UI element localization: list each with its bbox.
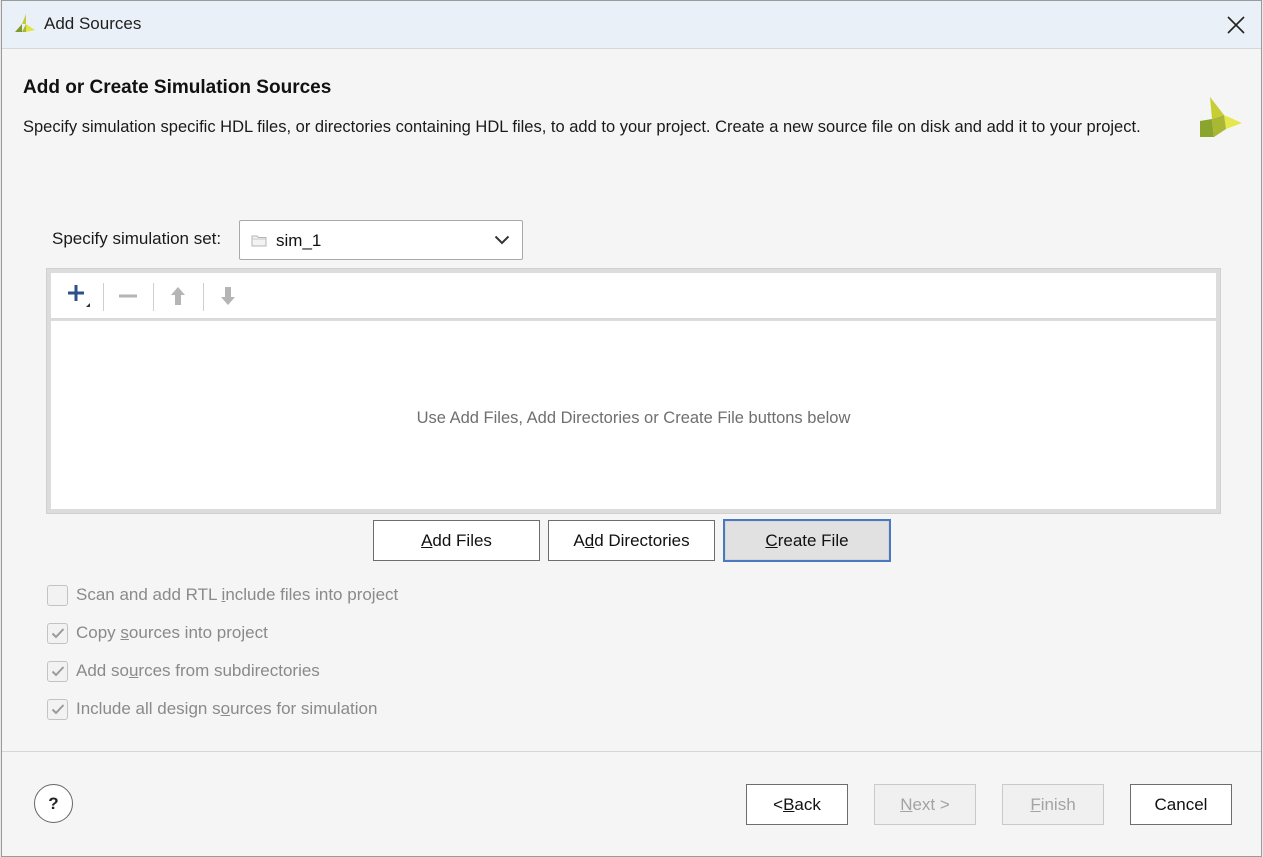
source-files-panel: Use Add Files, Add Directories or Create… [46,268,1221,514]
chevron-down-icon [494,235,510,245]
mnemonic: F [1030,794,1041,814]
next-button: Next > [874,784,976,825]
option-label: Include all design sources for simulatio… [76,699,378,718]
mnemonic: A [421,530,433,550]
mnemonic: d [584,530,595,550]
toolbar-separator [153,283,154,311]
arrow-up-icon [171,287,185,305]
close-button[interactable] [1211,1,1261,49]
button-label: ext > [912,794,950,814]
copy-sources-option[interactable]: Copy sources into project [47,622,268,644]
checkmark-icon [51,628,64,639]
footer-divider [2,751,1261,752]
app-logo-icon [15,14,35,32]
checkmark-icon [51,666,64,677]
plus-icon [68,285,90,307]
create-file-button[interactable]: Create File [723,519,891,562]
folder-icon [251,235,267,247]
add-source-button[interactable] [59,279,99,313]
move-down-button [208,279,248,313]
include-design-sources-option[interactable]: Include all design sources for simulatio… [47,698,377,720]
empty-list-hint: Use Add Files, Add Directories or Create… [416,409,851,427]
add-directories-button[interactable]: Add Directories [548,520,715,561]
button-label: A [573,530,585,550]
button-label: ack [794,794,821,814]
add-sources-dialog: Add Sources Add or Create Simulation Sou… [1,0,1262,857]
finish-button: Finish [1002,784,1104,825]
button-label: dd Files [432,530,492,550]
simulation-set-dropdown[interactable]: sim_1 [239,220,523,260]
toolbar-separator [103,283,104,311]
add-subdirectories-option[interactable]: Add sources from subdirectories [47,660,320,682]
files-toolbar [51,273,1216,319]
checkbox[interactable] [47,584,68,606]
mnemonic: C [765,530,778,550]
move-up-button [158,279,198,313]
mnemonic: N [900,794,913,814]
button-label: inish [1040,794,1076,814]
cancel-button[interactable]: Cancel [1130,784,1232,825]
help-button[interactable]: ? [34,784,73,823]
brand-logo-icon [1200,97,1242,137]
source-files-list[interactable]: Use Add Files, Add Directories or Create… [51,321,1216,509]
button-label: d Directories [594,530,690,550]
checkbox[interactable] [47,660,68,682]
scan-rtl-include-option[interactable]: Scan and add RTL include files into proj… [47,584,398,606]
checkbox[interactable] [47,622,68,644]
back-button[interactable]: < Back [746,784,848,825]
option-label: Scan and add RTL include files into proj… [76,585,399,604]
button-label: reate File [777,530,849,550]
minus-icon [119,294,137,298]
mnemonic: B [783,794,795,814]
close-icon [1227,16,1245,34]
remove-source-button [108,279,148,313]
page-description: Specify simulation specific HDL files, o… [23,118,1141,136]
simulation-set-label: Specify simulation set: [52,229,222,248]
add-files-button[interactable]: Add Files [373,520,540,561]
option-label: Copy sources into project [76,623,268,642]
toolbar-separator [203,283,204,311]
window-title: Add Sources [44,14,142,33]
simulation-set-value: sim_1 [276,231,322,250]
option-label: Add sources from subdirectories [76,661,320,680]
button-label: < [773,794,784,814]
arrow-down-icon [221,287,235,305]
title-bar: Add Sources [2,1,1261,49]
checkmark-icon [51,704,64,715]
page-title: Add or Create Simulation Sources [23,77,332,98]
checkbox[interactable] [47,698,68,720]
